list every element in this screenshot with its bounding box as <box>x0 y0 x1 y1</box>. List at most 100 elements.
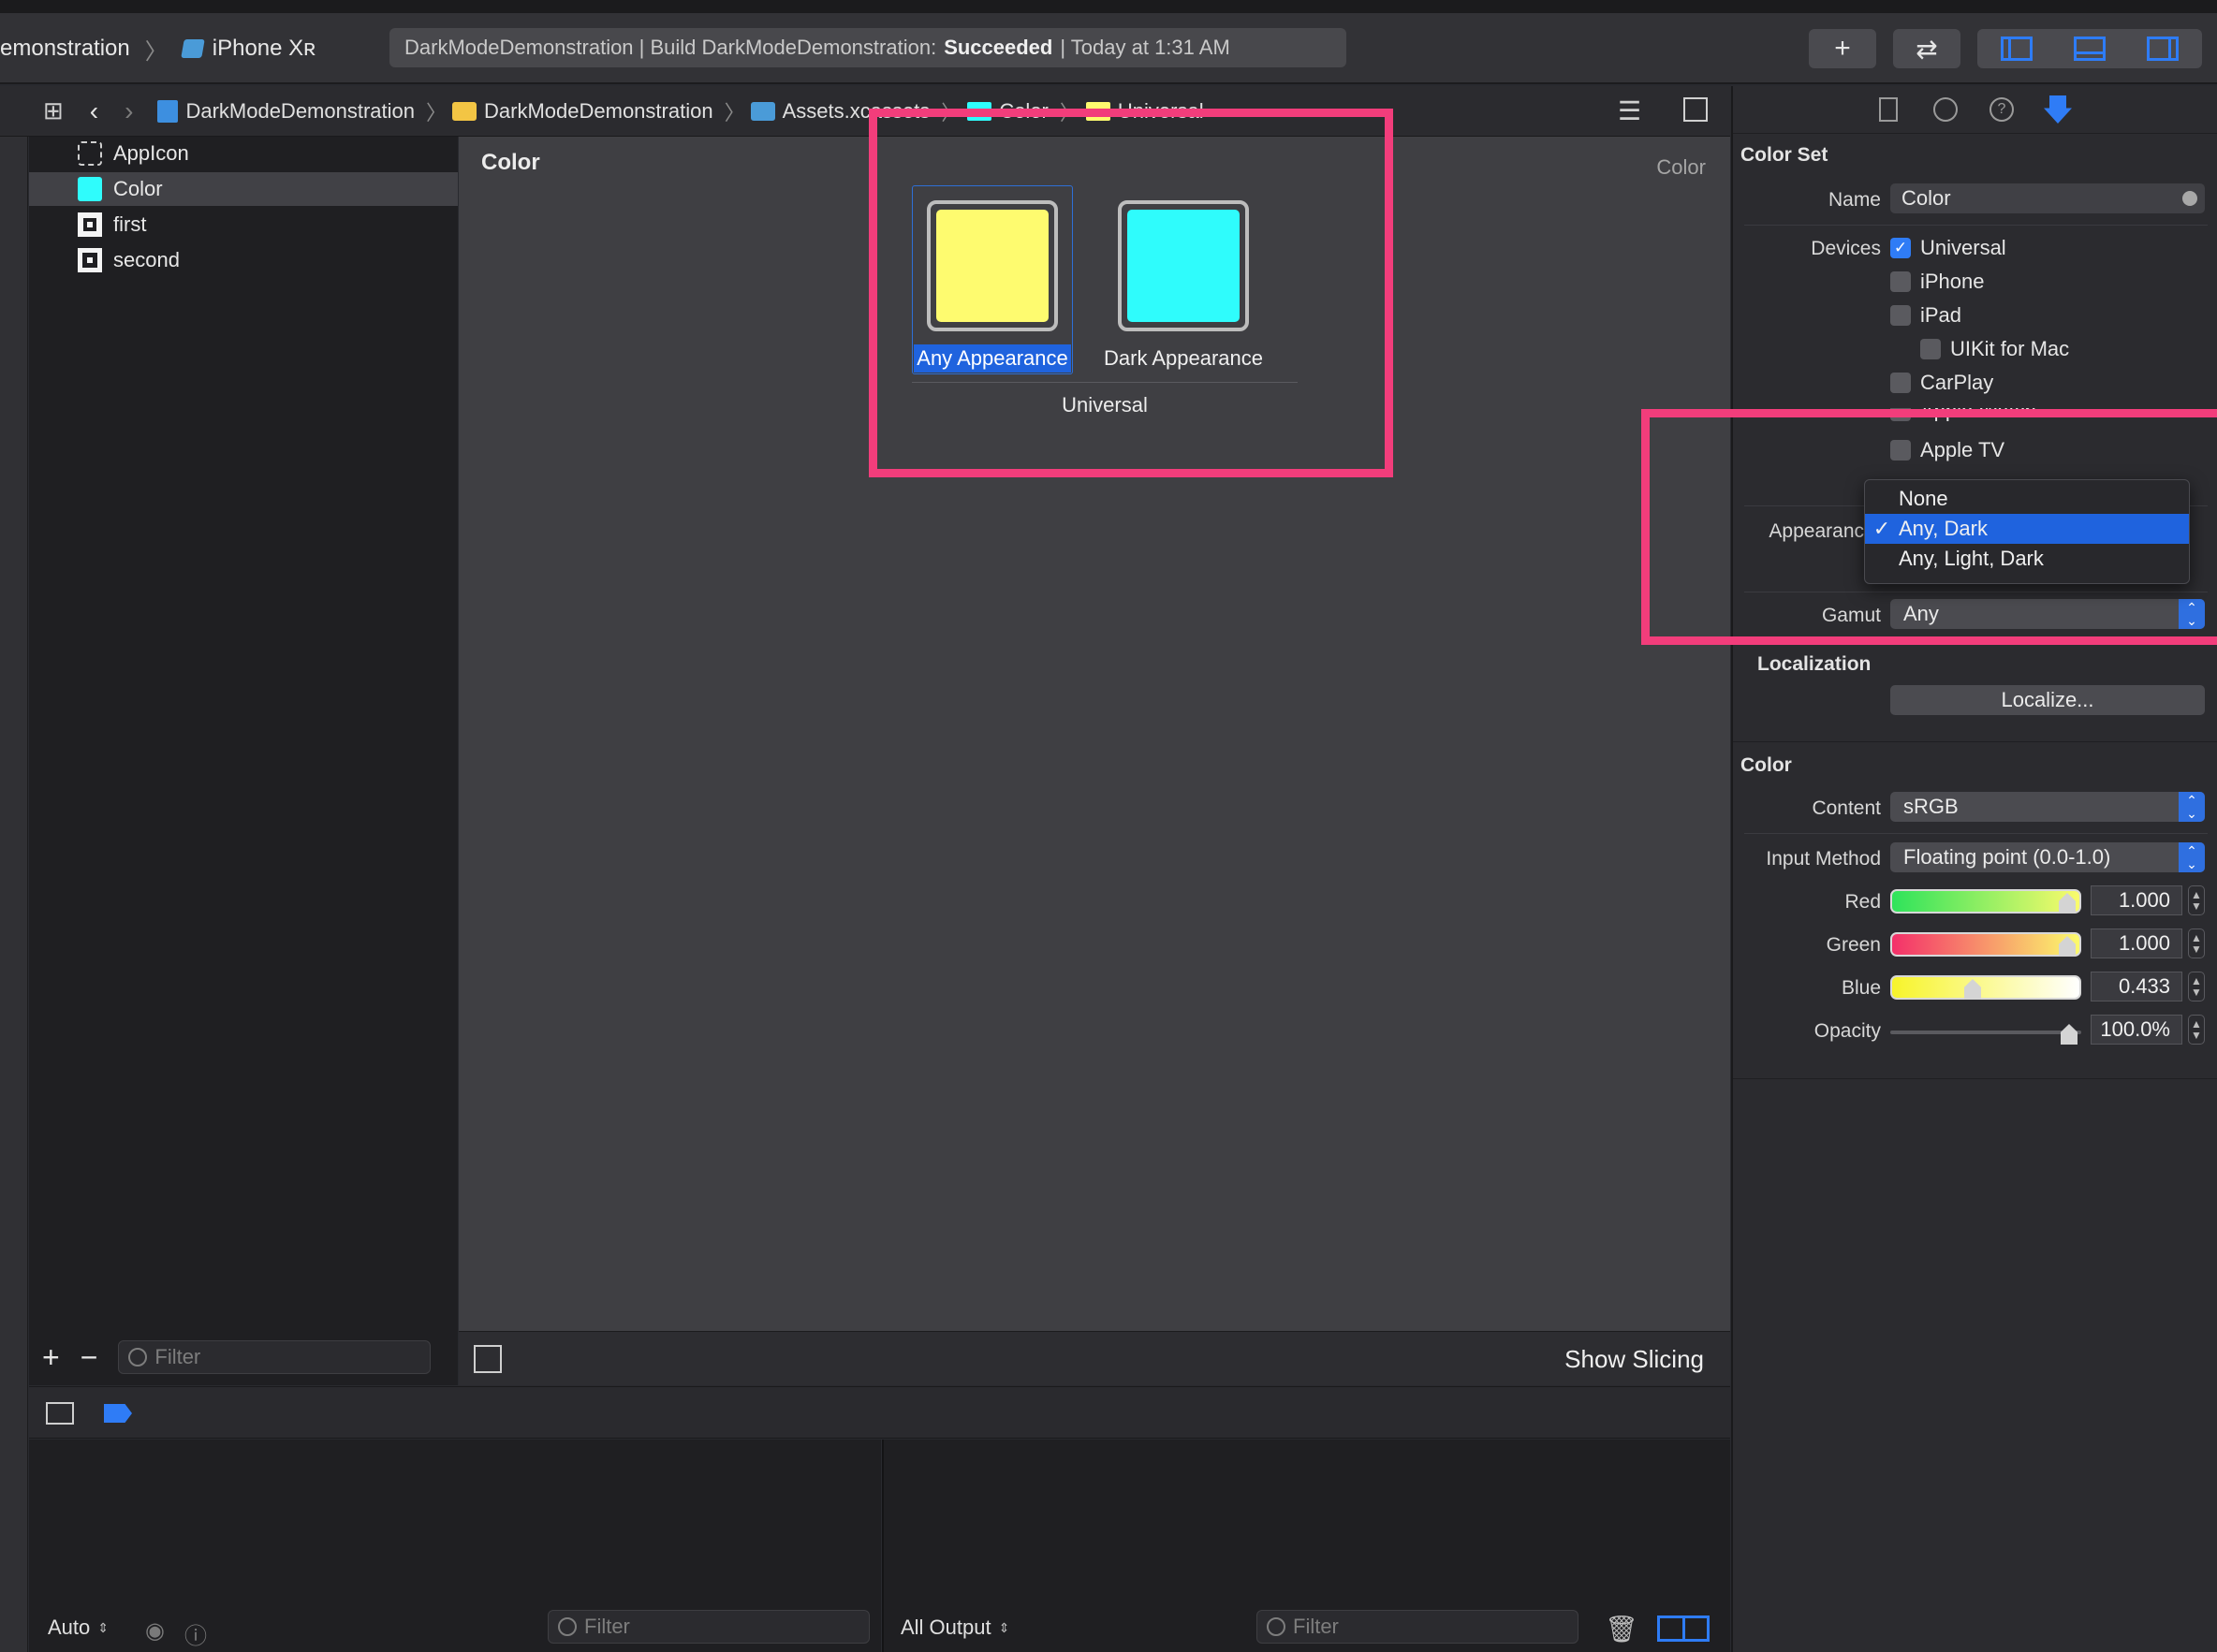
device-label: CarPlay <box>1920 371 1994 394</box>
annotation-highlight <box>869 109 1393 477</box>
auto-label: Auto <box>48 1615 91 1639</box>
menu-bar-strip <box>0 0 2217 13</box>
go-arrow-icon <box>2182 191 2197 206</box>
asset-catalog-icon <box>750 101 775 121</box>
green-stepper-icon[interactable]: ▲ ▼ <box>2188 928 2205 958</box>
device-label: iPhone <box>1920 270 1985 293</box>
image-set-icon <box>78 212 102 237</box>
opacity-slider[interactable] <box>1890 1022 2081 1045</box>
list-item[interactable]: Color <box>29 172 458 206</box>
blue-label: Blue <box>1841 977 1881 999</box>
divider <box>1744 225 2208 226</box>
asset-label: AppIcon <box>113 141 189 165</box>
bottom-pane-icon <box>2074 37 2106 61</box>
slider-track <box>1890 1031 2081 1034</box>
content-popup[interactable]: sRGB ⌃ ⌄ <box>1890 792 2205 822</box>
crumb-project[interactable]: DarkModeDemonstration <box>157 99 415 124</box>
remove-asset-icon[interactable]: − <box>81 1340 98 1375</box>
help-inspector-icon[interactable]: ? <box>1989 97 2014 122</box>
list-item[interactable]: second <box>29 243 458 277</box>
blue-value-field[interactable]: 0.433 <box>2091 972 2182 1001</box>
variables-filter-field[interactable]: Filter <box>548 1610 870 1644</box>
file-inspector-icon[interactable] <box>1879 97 1898 122</box>
slider-knob[interactable] <box>2059 936 2076 957</box>
auto-selector[interactable]: Auto ⇕ <box>48 1615 109 1640</box>
folder-icon <box>452 101 477 121</box>
info-icon[interactable]: ⓘ <box>184 1617 207 1650</box>
slicing-toggle-icon[interactable] <box>474 1345 502 1373</box>
split-view-icon[interactable] <box>1657 1615 1710 1642</box>
ipad-checkbox[interactable] <box>1890 305 1911 326</box>
updown-icon: ⇕ <box>998 1619 1010 1635</box>
plus-icon: + <box>1834 33 1851 64</box>
asset-list: AppIcon Color first second <box>29 137 458 1385</box>
forward-icon[interactable]: › <box>125 96 133 126</box>
show-slicing-button[interactable]: Show Slicing <box>1564 1345 1704 1374</box>
carplay-checkbox[interactable] <box>1890 373 1911 393</box>
attributes-inspector-icon[interactable] <box>2044 95 2072 124</box>
localize-button[interactable]: Localize... <box>1890 685 2205 715</box>
blue-slider[interactable] <box>1890 975 2081 1000</box>
right-pane-icon <box>2147 37 2179 61</box>
name-field[interactable]: Color <box>1890 183 2205 213</box>
editor-options-icon[interactable]: ☰ <box>1618 95 1641 126</box>
related-items-icon[interactable]: ⊞ <box>43 96 64 125</box>
green-slider[interactable] <box>1890 932 2081 957</box>
asset-label: second <box>113 248 180 271</box>
activity-prefix: DarkModeDemonstration | Build DarkModeDe… <box>404 36 937 59</box>
inspector-toggle-button[interactable] <box>2136 29 2189 68</box>
swap-arrows-icon: ⇄ <box>1916 34 1938 64</box>
name-label: Name <box>1828 189 1881 211</box>
localization-title: Localization <box>1757 653 1872 675</box>
slider-knob[interactable] <box>1964 979 1981 1000</box>
navigator-edge <box>0 86 28 1652</box>
colorset-section-title: Color Set <box>1740 144 1828 166</box>
console-filter-field[interactable]: Filter <box>1256 1610 1578 1644</box>
asset-label: first <box>113 212 147 236</box>
library-button[interactable]: + <box>1809 29 1876 68</box>
asset-label: Color <box>113 177 163 200</box>
hide-debug-icon[interactable] <box>46 1402 74 1425</box>
list-item[interactable]: first <box>29 208 458 241</box>
slider-knob[interactable] <box>2061 1024 2078 1045</box>
crumb-group[interactable]: DarkModeDemonstration <box>452 99 713 124</box>
navigator-toggle-button[interactable] <box>1990 29 2043 68</box>
popup-arrows-icon: ⌃ ⌄ <box>2179 842 2205 872</box>
red-stepper-icon[interactable]: ▲ ▼ <box>2188 885 2205 915</box>
red-value-field[interactable]: 1.000 <box>2091 885 2182 915</box>
updown-icon: ⇕ <box>97 1619 109 1635</box>
code-review-button[interactable]: ⇄ <box>1893 29 1960 68</box>
variables-view: Auto ⇕ ◉ ⓘ Filter <box>29 1440 881 1652</box>
device-label: UIKit for Mac <box>1950 337 2070 360</box>
crumb-project-label: DarkModeDemonstration <box>185 98 415 123</box>
content-label: Content <box>1812 797 1881 819</box>
crumb-separator-icon: 〉 <box>426 100 448 124</box>
device-icon <box>180 39 205 58</box>
add-editor-icon[interactable] <box>1683 97 1708 122</box>
filter-placeholder: Filter <box>584 1615 630 1638</box>
color-section-title: Color <box>1740 754 1792 776</box>
trash-icon[interactable]: 🗑 <box>1605 1614 1638 1645</box>
opacity-stepper-icon[interactable]: ▲ ▼ <box>2188 1015 2205 1045</box>
toolbar: emonstration 〉 iPhone Xʀ DarkModeDemonst… <box>0 13 2217 84</box>
asset-filter-field[interactable]: Filter <box>118 1340 432 1374</box>
uikit-for-mac-checkbox[interactable] <box>1920 339 1941 359</box>
green-value-field[interactable]: 1.000 <box>2091 928 2182 958</box>
scheme-name: emonstration <box>0 36 130 61</box>
slider-knob[interactable] <box>2059 893 2076 914</box>
output-selector[interactable]: All Output ⇕ <box>901 1615 1009 1640</box>
eye-icon[interactable]: ◉ <box>145 1617 165 1645</box>
input-method-popup[interactable]: Floating point (0.0-1.0) ⌃ ⌄ <box>1890 842 2205 872</box>
breakpoints-icon[interactable] <box>104 1404 132 1423</box>
add-asset-icon[interactable]: + <box>42 1340 60 1375</box>
list-item[interactable]: AppIcon <box>29 137 458 170</box>
debug-toggle-button[interactable] <box>2063 29 2116 68</box>
blue-stepper-icon[interactable]: ▲ ▼ <box>2188 972 2205 1001</box>
back-icon[interactable]: ‹ <box>90 96 98 126</box>
red-slider[interactable] <box>1890 889 2081 914</box>
universal-checkbox[interactable]: ✓ <box>1890 238 1911 258</box>
scheme-selector[interactable]: emonstration 〉 iPhone Xʀ <box>0 13 316 84</box>
history-inspector-icon[interactable] <box>1933 97 1958 122</box>
opacity-value-field[interactable]: 100.0% <box>2091 1015 2182 1045</box>
iphone-checkbox[interactable] <box>1890 271 1911 292</box>
